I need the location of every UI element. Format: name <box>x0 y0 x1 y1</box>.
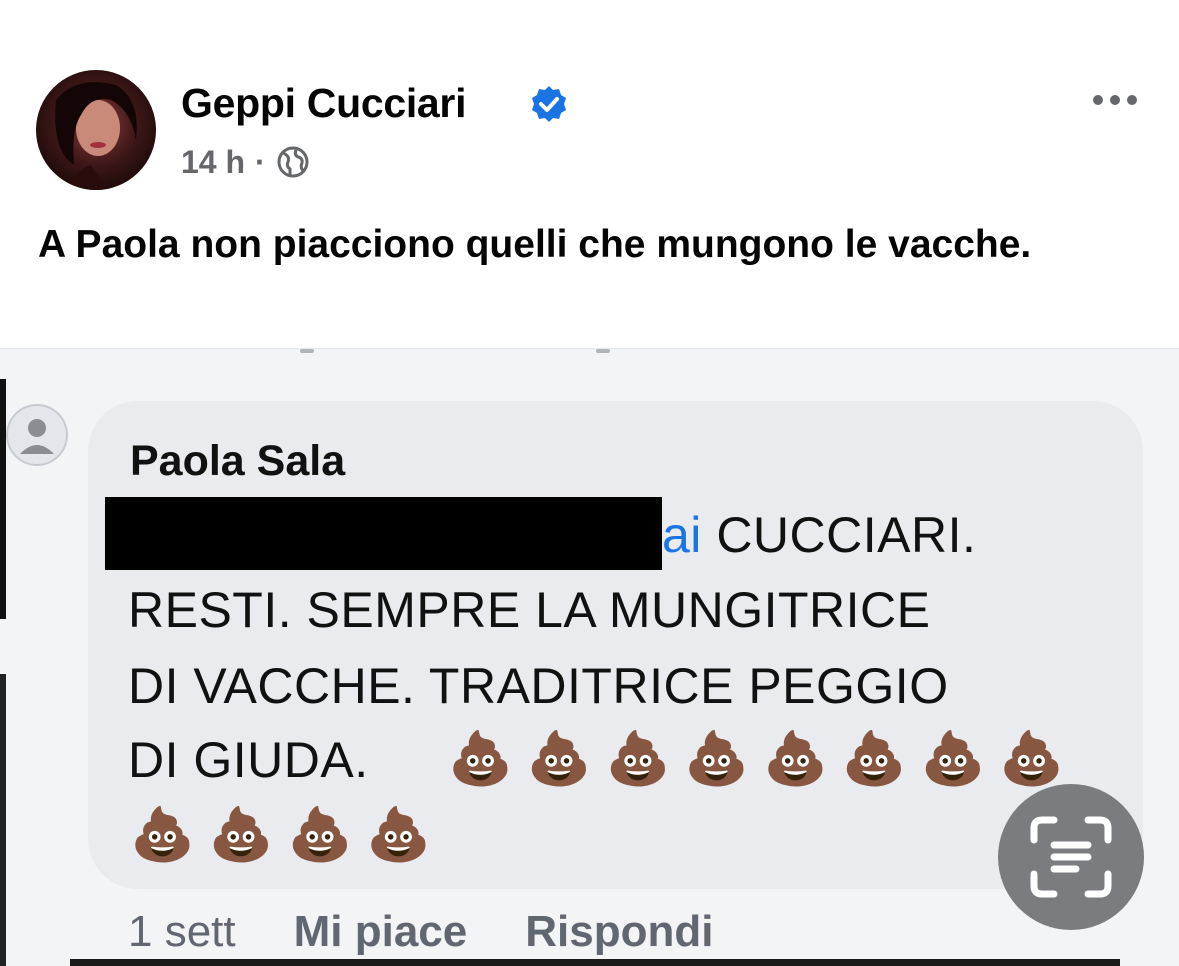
like-action: Mi piace <box>293 907 468 956</box>
comment-line-1-text: CUCCIARI. <box>701 507 977 563</box>
mention-fragment: ai <box>662 507 702 563</box>
post-meta: 14 h · <box>181 140 310 184</box>
text-scan-icon <box>1030 816 1112 898</box>
text-scan-button[interactable] <box>998 784 1144 930</box>
redaction-block <box>105 497 662 570</box>
poo-emoji-row: 💩💩💩💩 <box>130 806 445 864</box>
poo-emoji-row: 💩💩💩💩💩💩💩💩 <box>448 730 1078 788</box>
meta-separator: · <box>255 143 266 180</box>
post-time[interactable]: 14 h <box>181 144 245 181</box>
post-text: A Paola non piacciono quelli che mungono… <box>38 223 1032 266</box>
comment-line-2: RESTI. SEMPRE LA MUNGITRICE <box>128 582 931 638</box>
commenter-avatar <box>6 404 68 466</box>
author-avatar[interactable] <box>36 70 156 190</box>
image-edge-mark <box>596 349 610 353</box>
comment-time: 1 sett <box>128 907 236 956</box>
globe-icon <box>277 146 309 178</box>
image-edge-bar <box>0 379 6 619</box>
image-edge-mark <box>300 349 314 353</box>
more-options-button[interactable] <box>1080 80 1150 120</box>
author-name[interactable]: Geppi Cucciari <box>181 80 466 127</box>
post-image[interactable]: Paola Sala ai CUCCIARI. RESTI. SEMPRE LA… <box>0 348 1179 966</box>
post-header: Geppi Cucciari 14 h · <box>0 0 1179 200</box>
more-horizontal-icon <box>1093 95 1103 105</box>
verified-badge-icon <box>532 86 566 122</box>
commenter-name: Paola Sala <box>130 437 346 485</box>
reply-action: Rispondi <box>525 907 714 956</box>
comment-line-4: DI GIUDA. <box>128 732 369 788</box>
comment-actions: 1 sett Mi piace Rispondi <box>128 907 713 957</box>
comment-line-3: DI VACCHE. TRADITRICE PEGGIO <box>128 658 949 714</box>
image-edge-bar <box>0 674 6 966</box>
comment-line-1: ai CUCCIARI. <box>662 506 976 564</box>
